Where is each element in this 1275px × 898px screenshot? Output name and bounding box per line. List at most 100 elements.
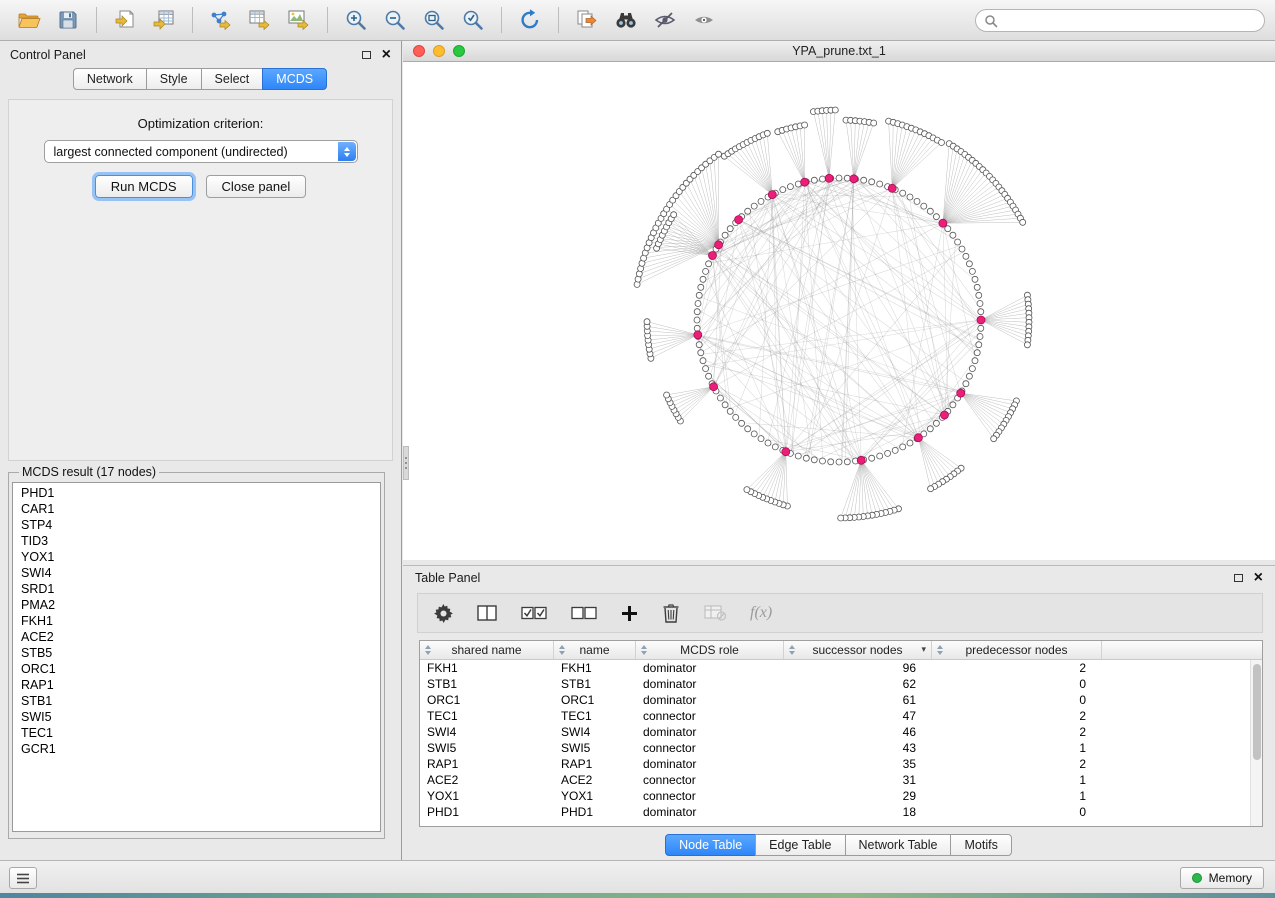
result-node-item[interactable]: TID3 xyxy=(13,533,380,549)
run-mcds-button[interactable]: Run MCDS xyxy=(95,175,193,198)
open-file-button[interactable] xyxy=(10,4,48,36)
export-image-button[interactable] xyxy=(280,4,318,36)
toolbar-separator xyxy=(192,7,193,33)
result-node-item[interactable]: RAP1 xyxy=(13,677,380,693)
zoom-in-button[interactable] xyxy=(337,4,375,36)
export-network-button[interactable] xyxy=(202,4,240,36)
column-header-successor-nodes[interactable]: successor nodes▾ xyxy=(784,641,932,659)
eye-icon xyxy=(692,9,716,31)
table-settings-button[interactable] xyxy=(434,604,453,623)
table-cell: 1 xyxy=(932,788,1102,804)
column-header-predecessor-nodes[interactable]: predecessor nodes xyxy=(932,641,1102,659)
select-all-button[interactable] xyxy=(521,606,547,620)
memory-button[interactable]: Memory xyxy=(1180,867,1264,889)
tab-mcds[interactable]: MCDS xyxy=(262,68,327,90)
zoom-fit-button[interactable] xyxy=(415,4,453,36)
tab-node-table[interactable]: Node Table xyxy=(665,834,756,856)
table-row[interactable]: FKH1FKH1dominator962 xyxy=(420,660,1262,676)
search-input[interactable] xyxy=(975,9,1265,32)
result-node-item[interactable]: YOX1 xyxy=(13,549,380,565)
optimization-dropdown[interactable]: largest connected component (undirected) xyxy=(44,140,358,163)
float-table-panel-icon[interactable] xyxy=(1234,574,1243,582)
window-close-icon[interactable] xyxy=(413,45,425,57)
tab-network-table[interactable]: Network Table xyxy=(845,834,952,856)
close-panel-icon[interactable]: × xyxy=(382,49,391,61)
zoom-selected-button[interactable] xyxy=(454,4,492,36)
result-node-item[interactable]: STP4 xyxy=(13,517,380,533)
window-minimize-icon[interactable] xyxy=(433,45,445,57)
tab-network[interactable]: Network xyxy=(73,68,147,90)
show-columns-button[interactable] xyxy=(477,604,497,622)
memory-label: Memory xyxy=(1209,871,1252,885)
window-maximize-icon[interactable] xyxy=(453,45,465,57)
search-box xyxy=(975,9,1265,32)
delete-column-button[interactable] xyxy=(662,603,680,623)
tab-edge-table[interactable]: Edge Table xyxy=(755,834,845,856)
panel-splitter-handle[interactable] xyxy=(403,446,409,480)
panel-menu-button[interactable] xyxy=(9,867,37,889)
result-node-item[interactable]: CAR1 xyxy=(13,501,380,517)
column-header-name[interactable]: name xyxy=(554,641,636,659)
table-row[interactable]: SWI4SWI4dominator462 xyxy=(420,724,1262,740)
optimization-criterion-label: Optimization criterion: xyxy=(9,116,392,131)
deselect-all-button[interactable] xyxy=(571,606,597,620)
float-panel-icon[interactable] xyxy=(362,51,371,59)
table-cell: STB1 xyxy=(420,676,554,692)
add-column-button[interactable] xyxy=(621,605,638,622)
main-toolbar xyxy=(0,0,1275,41)
result-node-item[interactable]: STB5 xyxy=(13,645,380,661)
refresh-layout-button[interactable] xyxy=(511,4,549,36)
table-row[interactable]: TEC1TEC1connector472 xyxy=(420,708,1262,724)
copy-network-button[interactable] xyxy=(568,4,606,36)
mcds-result-title: MCDS result (17 nodes) xyxy=(19,465,159,479)
table-row[interactable]: ORC1ORC1dominator610 xyxy=(420,692,1262,708)
result-node-item[interactable]: SWI5 xyxy=(13,709,380,725)
close-panel-button[interactable]: Close panel xyxy=(206,175,307,198)
hide-details-button[interactable] xyxy=(646,4,684,36)
import-network-button[interactable] xyxy=(106,4,144,36)
scrollbar-thumb[interactable] xyxy=(1253,664,1261,760)
table-row[interactable]: SWI5SWI5connector431 xyxy=(420,740,1262,756)
result-node-item[interactable]: GCR1 xyxy=(13,741,380,757)
table-cell: connector xyxy=(636,788,784,804)
result-node-item[interactable]: TEC1 xyxy=(13,725,380,741)
zoom-out-button[interactable] xyxy=(376,4,414,36)
table-cell: 62 xyxy=(784,676,932,692)
import-table-button[interactable] xyxy=(145,4,183,36)
table-row[interactable]: PHD1PHD1dominator180 xyxy=(420,804,1262,820)
result-node-item[interactable]: PMA2 xyxy=(13,597,380,613)
tab-motifs[interactable]: Motifs xyxy=(950,834,1011,856)
tab-style[interactable]: Style xyxy=(146,68,202,90)
table-cell: STB1 xyxy=(554,676,636,692)
table-cell: 18 xyxy=(784,804,932,820)
table-row[interactable]: YOX1YOX1connector291 xyxy=(420,788,1262,804)
result-node-item[interactable]: FKH1 xyxy=(13,613,380,629)
show-details-button[interactable] xyxy=(685,4,723,36)
export-table-button[interactable] xyxy=(241,4,279,36)
sort-icon xyxy=(424,645,432,656)
result-node-item[interactable]: SRD1 xyxy=(13,581,380,597)
close-table-panel-icon[interactable]: × xyxy=(1254,572,1263,584)
result-node-item[interactable]: PHD1 xyxy=(13,485,380,501)
sort-icon xyxy=(558,645,566,656)
memory-status-icon xyxy=(1192,873,1202,883)
network-graph-canvas[interactable] xyxy=(403,62,1275,560)
table-row[interactable]: STB1STB1dominator620 xyxy=(420,676,1262,692)
result-node-item[interactable]: ACE2 xyxy=(13,629,380,645)
save-session-button[interactable] xyxy=(49,4,87,36)
table-cell: SWI4 xyxy=(420,724,554,740)
table-row[interactable]: RAP1RAP1dominator352 xyxy=(420,756,1262,772)
find-button[interactable] xyxy=(607,4,645,36)
table-row[interactable]: ACE2ACE2connector311 xyxy=(420,772,1262,788)
result-node-item[interactable]: ORC1 xyxy=(13,661,380,677)
result-node-item[interactable]: SWI4 xyxy=(13,565,380,581)
table-scrollbar[interactable] xyxy=(1250,660,1262,826)
table-cell: TEC1 xyxy=(420,708,554,724)
tab-select[interactable]: Select xyxy=(201,68,264,90)
export-table-icon xyxy=(247,9,273,31)
zoom-selected-icon xyxy=(461,8,485,32)
function-builder-button: f(x) xyxy=(750,604,772,622)
column-header-shared-name[interactable]: shared name xyxy=(420,641,554,659)
column-header-MCDS-role[interactable]: MCDS role xyxy=(636,641,784,659)
result-node-item[interactable]: STB1 xyxy=(13,693,380,709)
